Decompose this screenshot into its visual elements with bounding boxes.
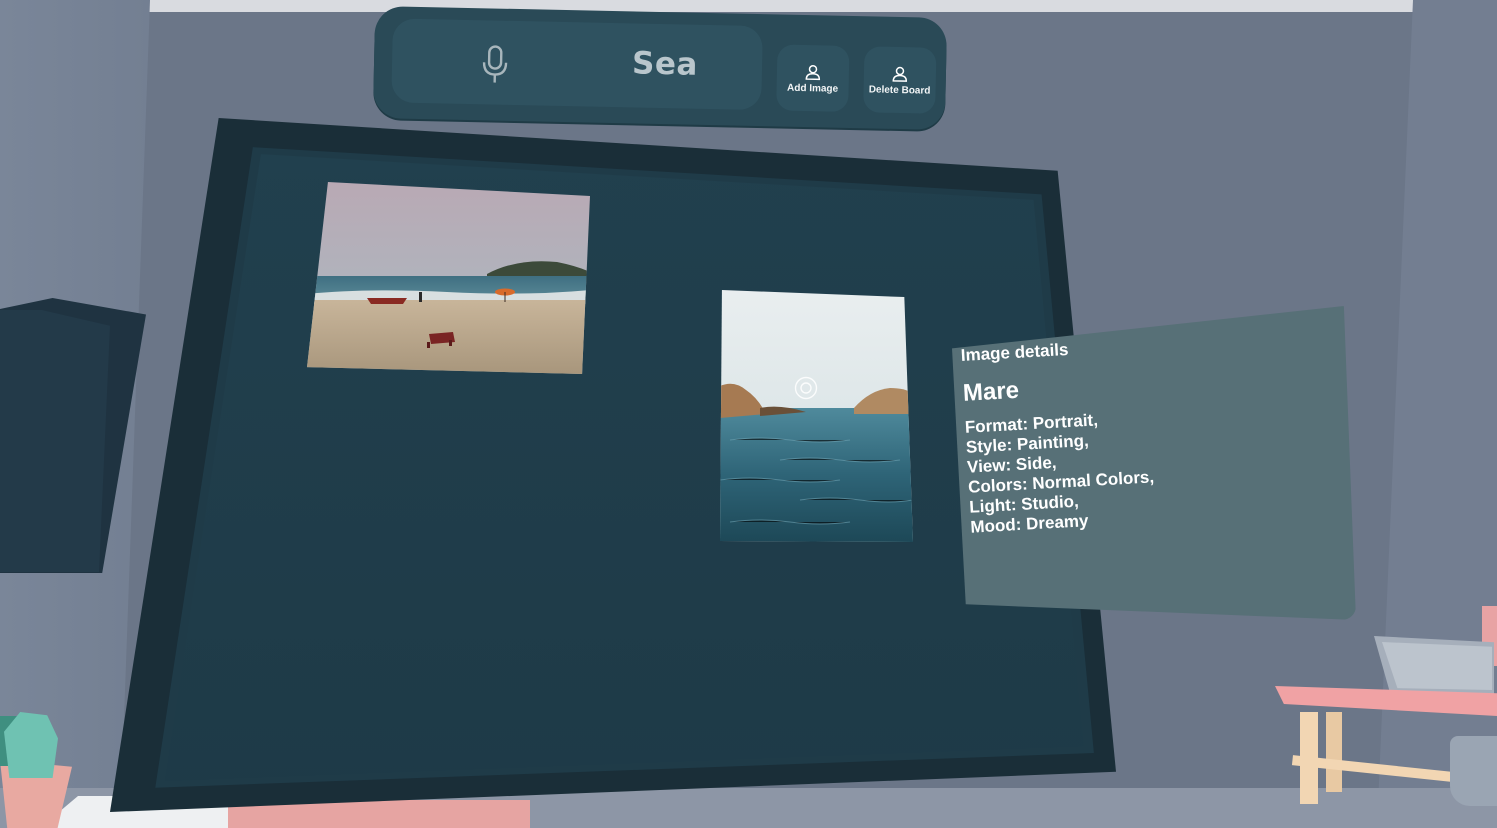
add-image-label: Add Image xyxy=(786,82,839,95)
board-image-sea[interactable] xyxy=(720,290,913,542)
voice-search-bar[interactable]: Sea xyxy=(391,18,763,111)
board-title[interactable]: Sea xyxy=(632,45,699,82)
board-toolbar: Sea Add Image Delete Board xyxy=(372,6,948,130)
wall-shelf-front xyxy=(0,310,110,572)
laptop-screen xyxy=(1382,642,1492,690)
image-attributes: Format: Portrait, Style: Painting, View:… xyxy=(964,398,1330,538)
delete-board-label: Delete Board xyxy=(868,83,931,97)
desk-leg xyxy=(1326,712,1342,792)
ceiling xyxy=(129,0,1431,12)
person-icon xyxy=(892,66,908,82)
delete-board-button[interactable]: Delete Board xyxy=(863,46,937,114)
vr-room-scene: Sea Add Image Delete Board Image details… xyxy=(0,0,1497,828)
person-icon xyxy=(805,64,821,80)
image-details-content: Image details Mare Format: Portrait, Sty… xyxy=(960,320,1330,538)
beach-photo-graphic xyxy=(307,182,590,374)
board-image-beach[interactable] xyxy=(307,182,590,374)
plant xyxy=(4,712,58,778)
chair xyxy=(1450,736,1497,806)
gaze-cursor-icon xyxy=(794,376,818,400)
microphone-icon[interactable] xyxy=(480,44,511,85)
sea-photo-graphic xyxy=(720,290,913,542)
add-image-button[interactable]: Add Image xyxy=(776,44,850,112)
